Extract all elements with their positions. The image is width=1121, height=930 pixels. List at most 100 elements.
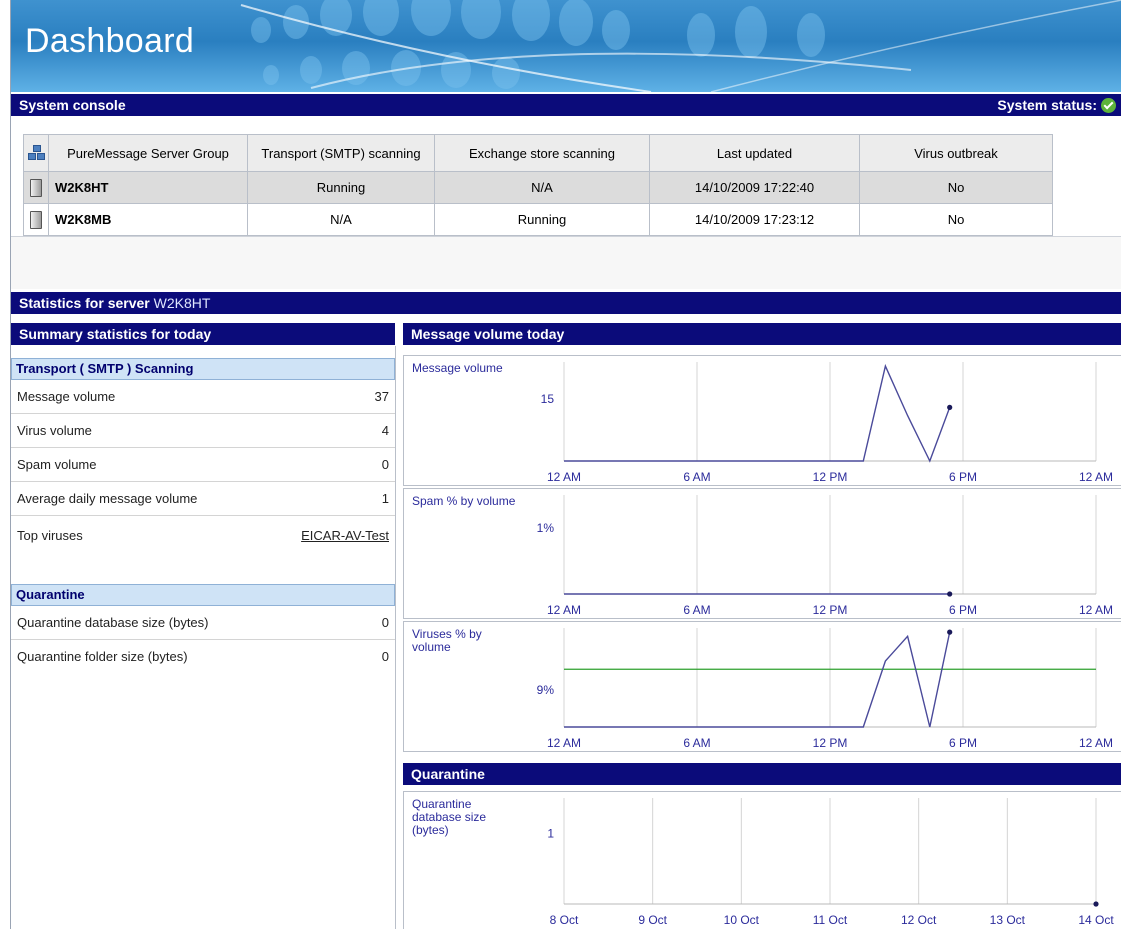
stat-label: Spam volume — [17, 457, 97, 472]
data-point — [947, 591, 953, 597]
console-spacer — [11, 236, 1121, 289]
stat-label: Quarantine database size (bytes) — [17, 615, 209, 630]
stat-label: Top viruses — [17, 528, 83, 543]
col-last-updated[interactable]: Last updated — [649, 134, 860, 172]
table-row[interactable]: W2K8MB N/A Running 14/10/2009 17:23:12 N… — [23, 203, 1053, 236]
stat-label: Average daily message volume — [17, 491, 198, 506]
x-tick-label: 12 PM — [813, 736, 848, 750]
col-server-group[interactable]: PureMessage Server Group — [48, 134, 248, 172]
stat-label: Quarantine folder size (bytes) — [17, 649, 188, 664]
server-icon — [30, 210, 42, 229]
dashboard-banner: Dashboard — [11, 0, 1121, 92]
x-tick-label: 8 Oct — [550, 913, 579, 927]
col-virus-outbreak[interactable]: Virus outbreak — [859, 134, 1053, 172]
virus-percent-chart: Viruses % by volume 12 AM 6 AM 12 PM 6 PM 12… — [403, 621, 1121, 752]
server-table: PureMessage Server Group Transport (SMTP… — [23, 134, 1053, 236]
stat-row-virus-volume: Virus volume 4 — [11, 414, 395, 448]
virus-percent-plot: 12 AM 6 AM 12 PM 6 PM 12 AM 9% — [537, 628, 1113, 750]
last-updated: 14/10/2009 17:23:12 — [649, 203, 860, 236]
data-point — [947, 404, 953, 410]
stat-row-average-daily: Average daily message volume 1 — [11, 482, 395, 516]
page-title: Dashboard — [25, 22, 195, 60]
x-tick-label: 6 PM — [949, 470, 977, 484]
data-point — [947, 629, 953, 635]
x-tick-label: 12 PM — [813, 470, 848, 484]
stat-row-top-viruses: Top viruses EICAR-AV-Test — [11, 516, 395, 578]
x-tick-label: 14 Oct — [1078, 913, 1114, 927]
x-tick-label: 9 Oct — [638, 913, 667, 927]
server-name: W2K8HT — [48, 171, 248, 204]
stat-value: 0 — [381, 649, 389, 664]
message-volume-chart: Message volume 12 AM 6 AM 12 PM 6 PM 12 AM 15 — [403, 355, 1121, 486]
virus-outbreak: No — [859, 171, 1053, 204]
x-tick-label: 12 AM — [547, 736, 581, 750]
server-name: W2K8MB — [48, 203, 248, 236]
quarantine-chart: Quarantine database size (bytes) 8 Oct 9 … — [403, 791, 1121, 929]
x-tick-label: 12 Oct — [901, 913, 937, 927]
series-line — [564, 363, 951, 463]
system-status-label: System status: — [997, 97, 1097, 113]
exchange-status: Running — [434, 203, 650, 236]
x-tick-label: 6 AM — [683, 603, 710, 617]
statistics-header: Statistics for server W2K8HT — [11, 292, 1121, 314]
series-line — [564, 631, 951, 728]
message-volume-plot: 12 AM 6 AM 12 PM 6 PM 12 AM 15 — [541, 362, 1113, 484]
y-tick-label: 1% — [537, 521, 555, 535]
x-tick-label: 11 Oct — [813, 913, 848, 927]
spam-percent-chart: Spam % by volume 12 AM 6 AM 12 PM 6 PM 12 AM… — [403, 488, 1121, 619]
system-console-header: System console System status: — [11, 94, 1121, 116]
stat-label: Virus volume — [17, 423, 92, 438]
x-tick-label: 12 AM — [1079, 736, 1113, 750]
top-virus-link[interactable]: EICAR-AV-Test — [301, 528, 389, 543]
stat-value: 0 — [381, 615, 389, 630]
spam-percent-plot: 12 AM 6 AM 12 PM 6 PM 12 AM 1% — [537, 495, 1113, 617]
dashboard-window: Dashboard System console System status: … — [10, 0, 1121, 929]
server-group-icon — [28, 144, 45, 160]
data-point — [1093, 901, 1099, 907]
x-tick-label: 10 Oct — [724, 913, 760, 927]
stat-value: 4 — [381, 423, 389, 438]
message-volume-header: Message volume today — [403, 323, 1121, 345]
x-tick-label: 6 PM — [949, 603, 977, 617]
col-transport-scanning[interactable]: Transport (SMTP) scanning — [247, 134, 435, 172]
x-tick-label: 12 AM — [547, 603, 581, 617]
statistics-server-name: W2K8HT — [153, 295, 211, 311]
last-updated: 14/10/2009 17:22:40 — [649, 171, 860, 204]
stat-row-spam-volume: Spam volume 0 — [11, 448, 395, 482]
server-group-icon-cell — [23, 134, 49, 172]
x-tick-label: 12 AM — [1079, 603, 1113, 617]
quarantine-plot: 8 Oct 9 Oct 10 Oct 11 Oct 12 Oct 13 Oct 14 Oct… — [547, 798, 1114, 927]
y-tick-label: 1 — [547, 826, 554, 840]
stat-value: 37 — [374, 389, 389, 404]
system-console-title: System console — [19, 97, 126, 113]
x-tick-label: 12 AM — [1079, 470, 1113, 484]
exchange-status: N/A — [434, 171, 650, 204]
transport-status: N/A — [247, 203, 435, 236]
col-exchange-scanning[interactable]: Exchange store scanning — [434, 134, 650, 172]
stat-label: Message volume — [17, 389, 116, 404]
summary-header: Summary statistics for today — [11, 323, 395, 345]
stat-row-message-volume: Message volume 37 — [11, 380, 395, 414]
transport-scanning-header: Transport ( SMTP ) Scanning — [11, 358, 395, 380]
y-tick-label: 15 — [541, 392, 555, 406]
stat-value: 0 — [381, 457, 389, 472]
stat-value: 1 — [381, 491, 389, 506]
check-ok-icon — [1101, 98, 1116, 113]
x-tick-label: 6 AM — [683, 470, 710, 484]
statistics-title: Statistics for server — [19, 295, 150, 311]
quarantine-header: Quarantine — [403, 763, 1121, 785]
x-tick-label: 6 PM — [949, 736, 977, 750]
table-row[interactable]: W2K8HT Running N/A 14/10/2009 17:22:40 N… — [23, 171, 1053, 204]
x-tick-label: 6 AM — [683, 736, 710, 750]
quarantine-summary-header: Quarantine — [11, 584, 395, 606]
server-icon — [30, 178, 42, 197]
transport-status: Running — [247, 171, 435, 204]
x-tick-label: 13 Oct — [990, 913, 1026, 927]
stat-row-quarantine-folder: Quarantine folder size (bytes) 0 — [11, 640, 395, 674]
x-tick-label: 12 PM — [813, 603, 848, 617]
stat-row-quarantine-db: Quarantine database size (bytes) 0 — [11, 606, 395, 640]
y-tick-label: 9% — [537, 683, 555, 697]
summary-panel: Transport ( SMTP ) Scanning Message volu… — [11, 346, 396, 929]
virus-outbreak: No — [859, 203, 1053, 236]
x-tick-label: 12 AM — [547, 470, 581, 484]
